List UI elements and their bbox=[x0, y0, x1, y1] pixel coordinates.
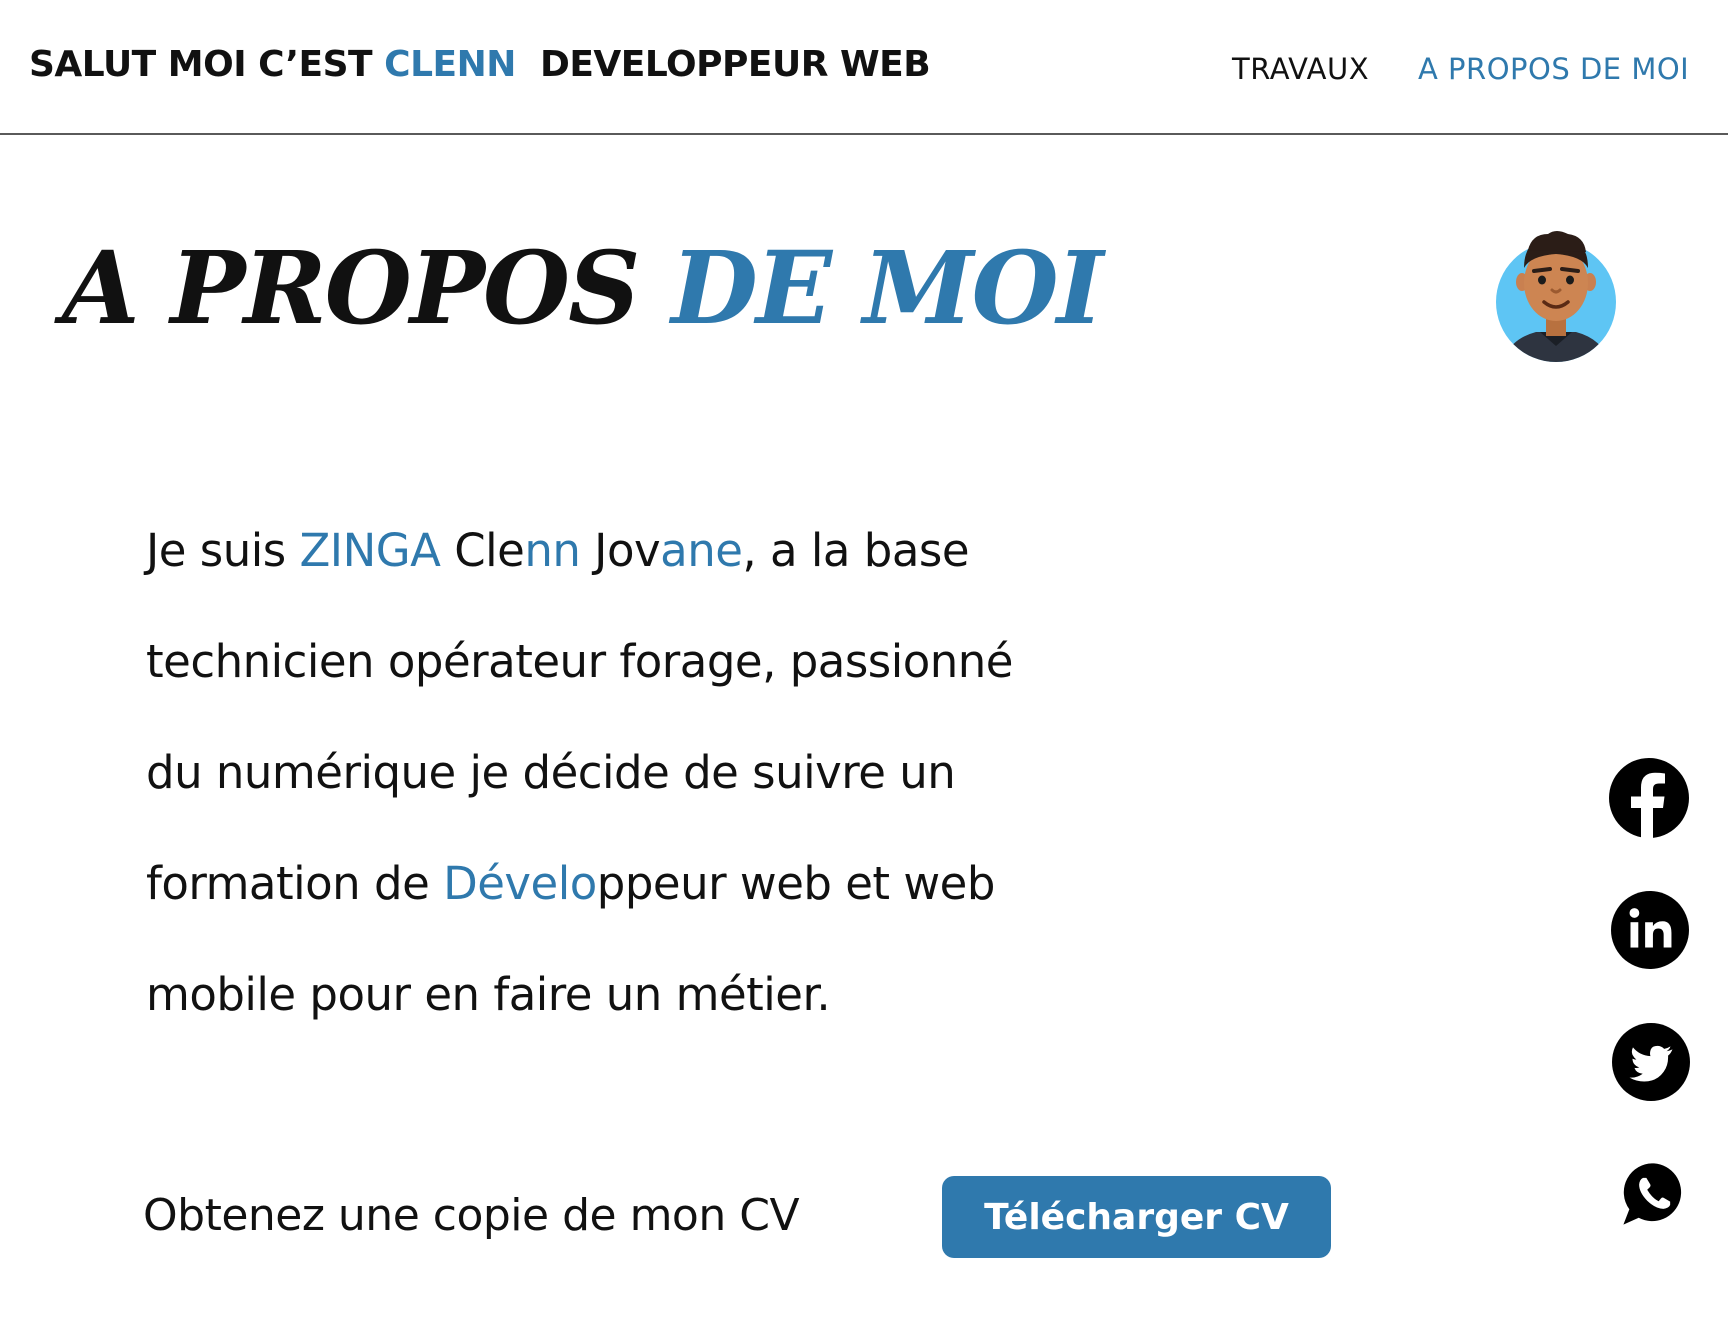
download-cv-button[interactable]: Télécharger CV bbox=[942, 1176, 1331, 1258]
bio-text-segment: Cle bbox=[440, 524, 525, 577]
title-part-1: A PROPOS bbox=[62, 229, 672, 347]
bio-text-segment: , a la base bbox=[742, 524, 970, 577]
title-part-2: DE MOI bbox=[671, 229, 1103, 347]
site-brand[interactable]: SALUT MOI C’EST CLENN DEVELOPPEUR WEB bbox=[29, 44, 931, 85]
bio-line-2: technicien opérateur forage, passionné bbox=[146, 635, 1013, 688]
avatar-illustration bbox=[1496, 231, 1616, 362]
bio-line-1: Je suis ZINGA Clenn Jovane, a la base bbox=[146, 495, 1196, 606]
linkedin-icon[interactable] bbox=[1611, 891, 1691, 971]
bio-line-4: formation de Développeur web et web bbox=[146, 828, 1196, 939]
bio-text-segment: Jov bbox=[580, 524, 661, 577]
nav-link-travaux[interactable]: TRAVAUX bbox=[1232, 52, 1369, 86]
bio-accent-segment: ZINGA bbox=[299, 524, 441, 577]
bio-paragraph: Je suis ZINGA Clenn Jovane, a la base te… bbox=[146, 495, 1196, 1050]
bio-accent-segment: nn bbox=[524, 524, 581, 577]
bio-line-3: du numérique je décide de suivre un bbox=[146, 746, 956, 799]
page-title: A PROPOS DE MOI bbox=[62, 228, 1104, 348]
bio-accent-segment: ane bbox=[660, 524, 743, 577]
brand-greeting: SALUT MOI C’EST bbox=[29, 44, 385, 85]
cv-prompt: Obtenez une copie de mon CV bbox=[143, 1190, 800, 1241]
brand-name: CLENN bbox=[384, 44, 516, 85]
bio-line-5: mobile pour en faire un métier. bbox=[146, 968, 831, 1021]
nav-link-about[interactable]: A PROPOS DE MOI bbox=[1418, 52, 1689, 86]
twitter-icon[interactable] bbox=[1612, 1023, 1692, 1103]
facebook-icon[interactable] bbox=[1609, 758, 1689, 838]
bio-text-segment: Je suis bbox=[146, 524, 300, 577]
bio-text-segment: ppeur web et web bbox=[596, 857, 996, 910]
brand-role: DEVELOPPEUR WEB bbox=[515, 44, 931, 85]
bio-accent-segment: Dévelo bbox=[443, 857, 597, 910]
bio-text-segment: formation de bbox=[146, 857, 444, 910]
whatsapp-icon[interactable] bbox=[1620, 1160, 1700, 1240]
site-header: SALUT MOI C’EST CLENN DEVELOPPEUR WEB TR… bbox=[0, 0, 1728, 135]
avatar bbox=[1496, 228, 1620, 364]
